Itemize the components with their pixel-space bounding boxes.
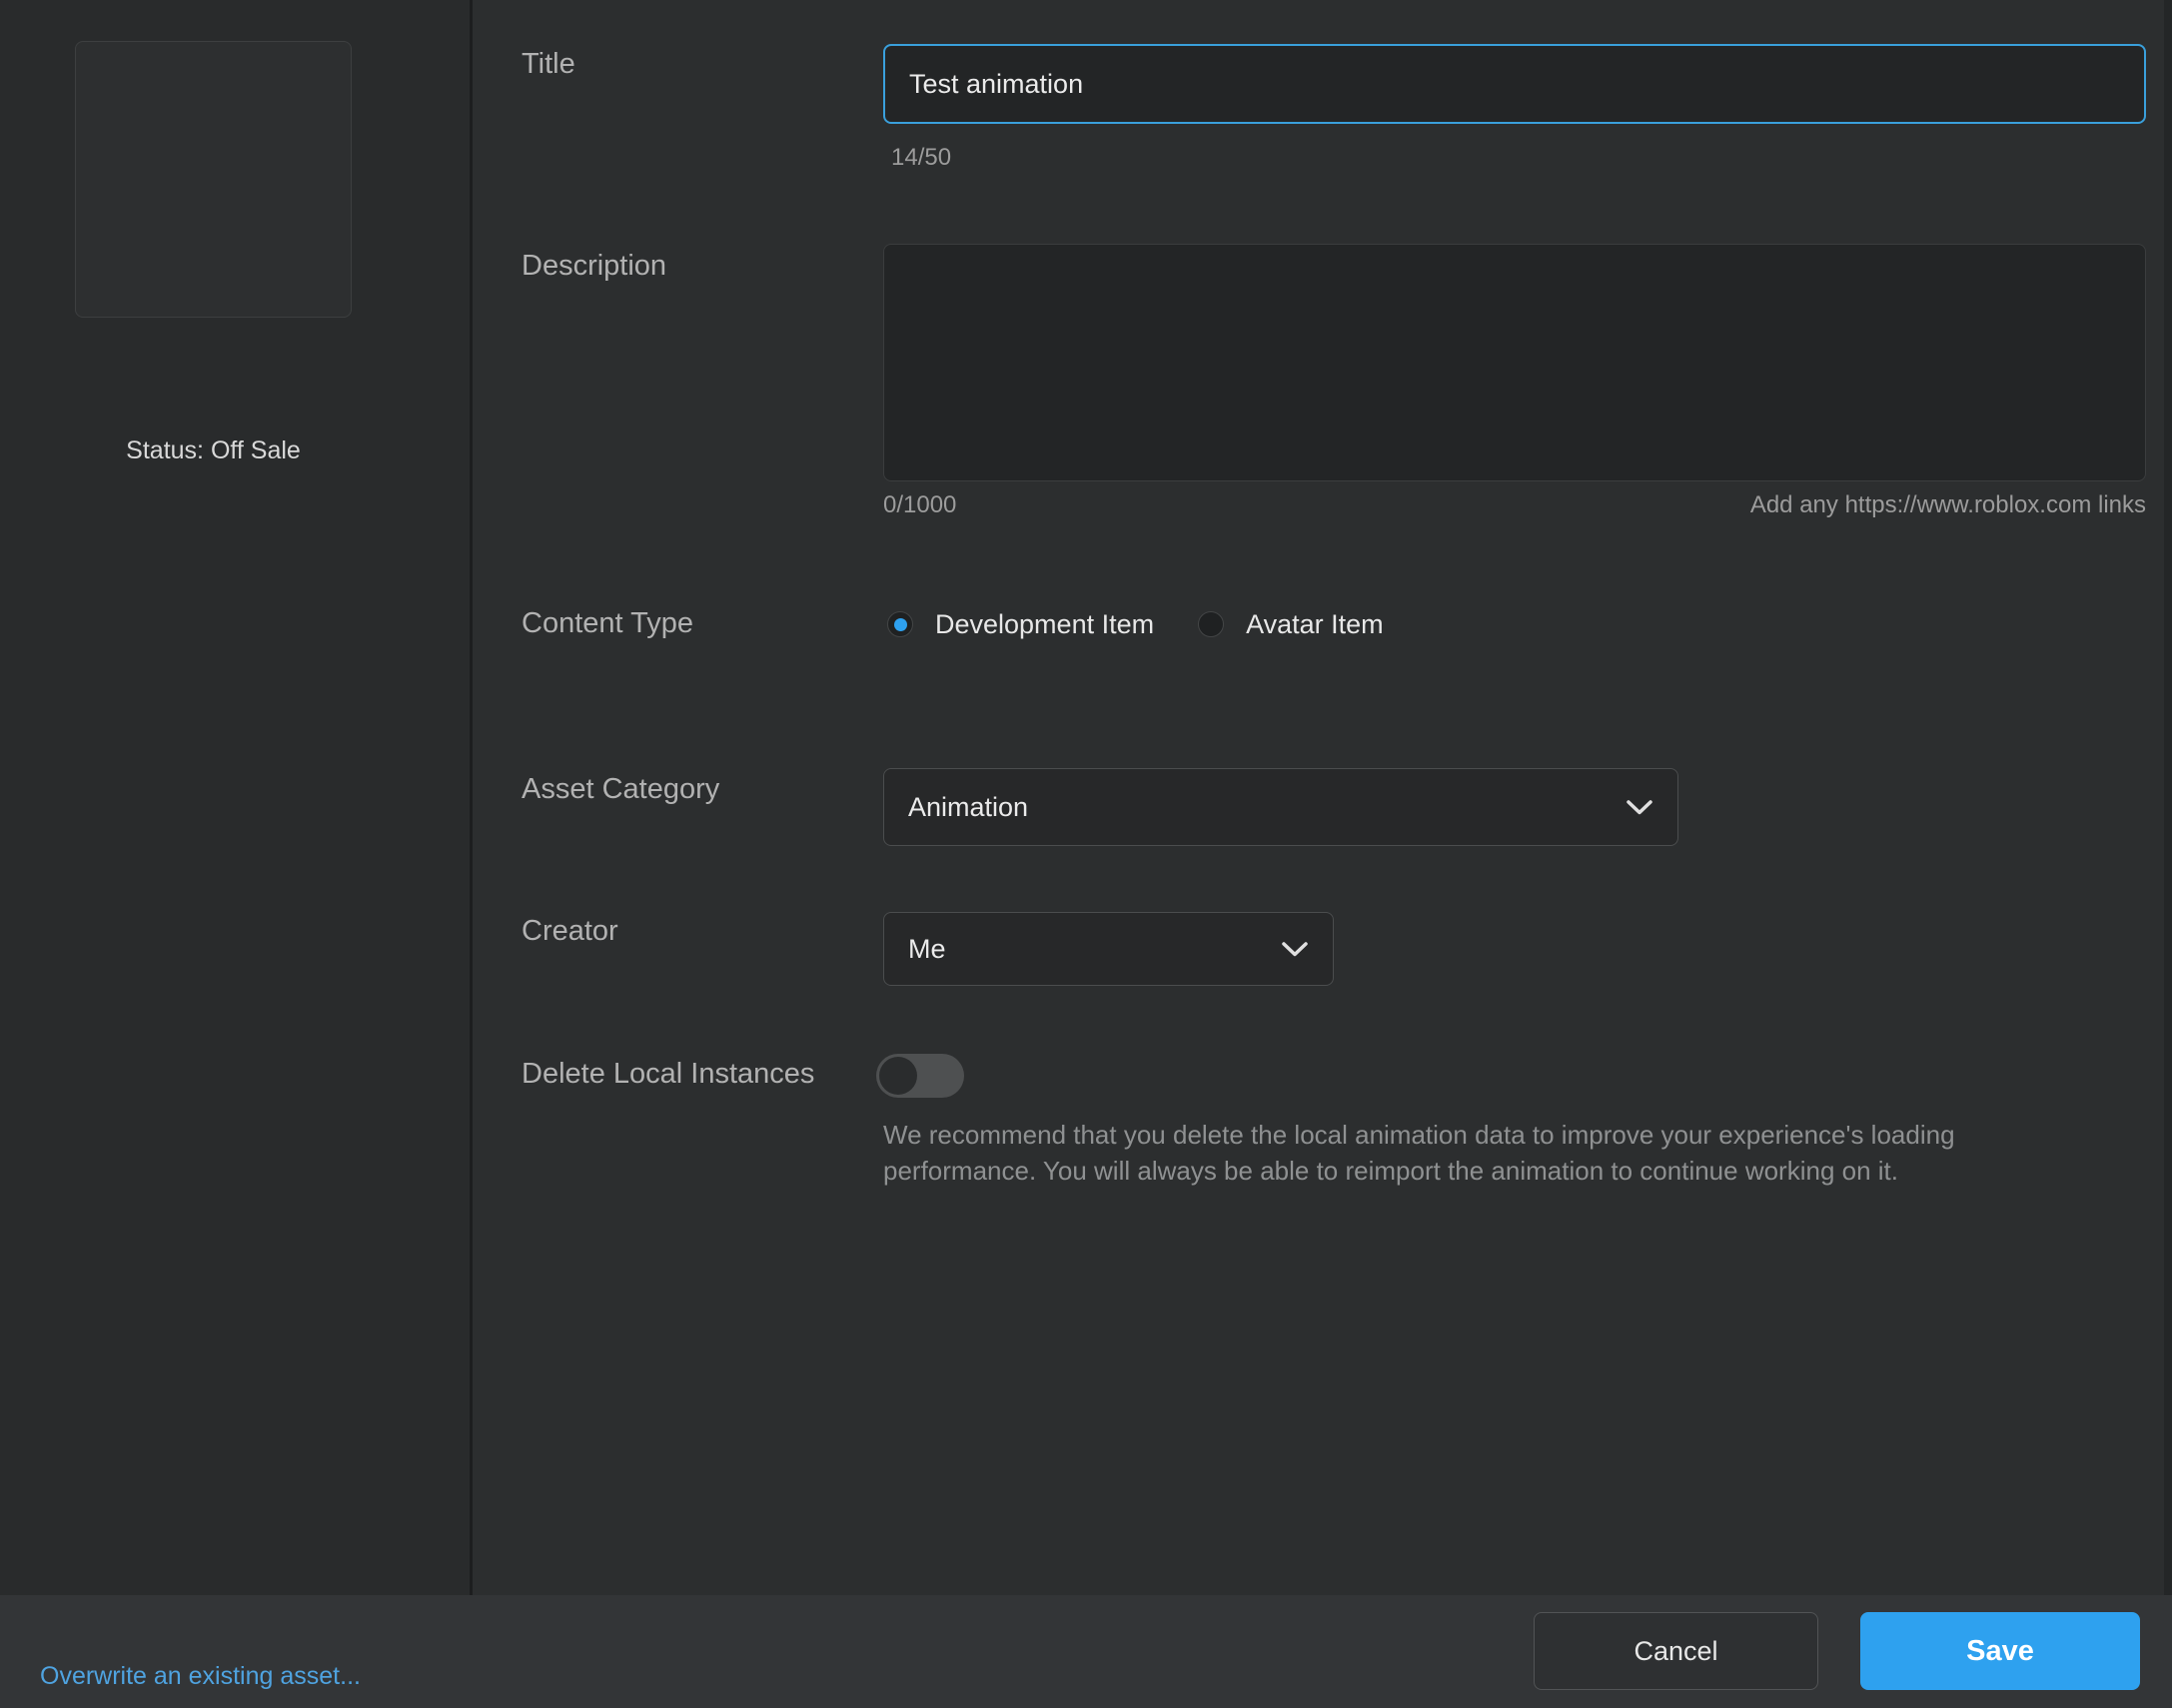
radio-avatar-item-label[interactable]: Avatar Item <box>1246 609 1384 640</box>
asset-category-label: Asset Category <box>522 773 719 806</box>
description-links-hint: Add any https://www.roblox.com links <box>1750 491 2146 519</box>
radio-selected-dot-icon <box>894 618 907 631</box>
description-char-counter: 0/1000 <box>883 491 956 519</box>
chevron-down-icon <box>1281 941 1309 958</box>
asset-category-dropdown[interactable]: Animation <box>883 768 1678 846</box>
footer-bar <box>0 1595 2172 1708</box>
description-label: Description <box>522 250 666 283</box>
radio-avatar-item[interactable] <box>1198 611 1224 637</box>
title-input[interactable] <box>883 44 2146 124</box>
content-type-options: Development Item Avatar Item <box>887 603 1384 645</box>
title-char-counter: 14/50 <box>891 144 951 172</box>
scrollbar-track[interactable] <box>2164 0 2172 1595</box>
creator-dropdown[interactable]: Me <box>883 912 1334 986</box>
asset-category-value: Animation <box>908 792 1028 823</box>
delete-local-instances-label: Delete Local Instances <box>522 1058 814 1091</box>
description-meta-row: 0/1000 Add any https://www.roblox.com li… <box>883 491 2146 519</box>
toggle-knob <box>879 1057 917 1095</box>
asset-thumbnail <box>75 41 352 318</box>
content-type-label: Content Type <box>522 607 693 640</box>
description-input[interactable] <box>883 244 2146 481</box>
title-label: Title <box>522 48 575 81</box>
status-label: Status: Off Sale <box>75 436 352 465</box>
radio-development-item[interactable] <box>887 611 913 637</box>
panel-divider <box>470 0 473 1595</box>
overwrite-existing-asset-link[interactable]: Overwrite an existing asset... <box>40 1662 361 1691</box>
delete-local-instances-help: We recommend that you delete the local a… <box>883 1117 2050 1189</box>
asset-configuration-dialog: Status: Off Sale Title 14/50 Description… <box>0 0 2172 1708</box>
creator-value: Me <box>908 934 946 965</box>
radio-development-item-label[interactable]: Development Item <box>935 609 1154 640</box>
creator-label: Creator <box>522 915 618 948</box>
chevron-down-icon <box>1626 799 1653 816</box>
delete-local-instances-toggle[interactable] <box>876 1054 964 1098</box>
cancel-button[interactable]: Cancel <box>1534 1612 1818 1690</box>
save-button[interactable]: Save <box>1860 1612 2140 1690</box>
